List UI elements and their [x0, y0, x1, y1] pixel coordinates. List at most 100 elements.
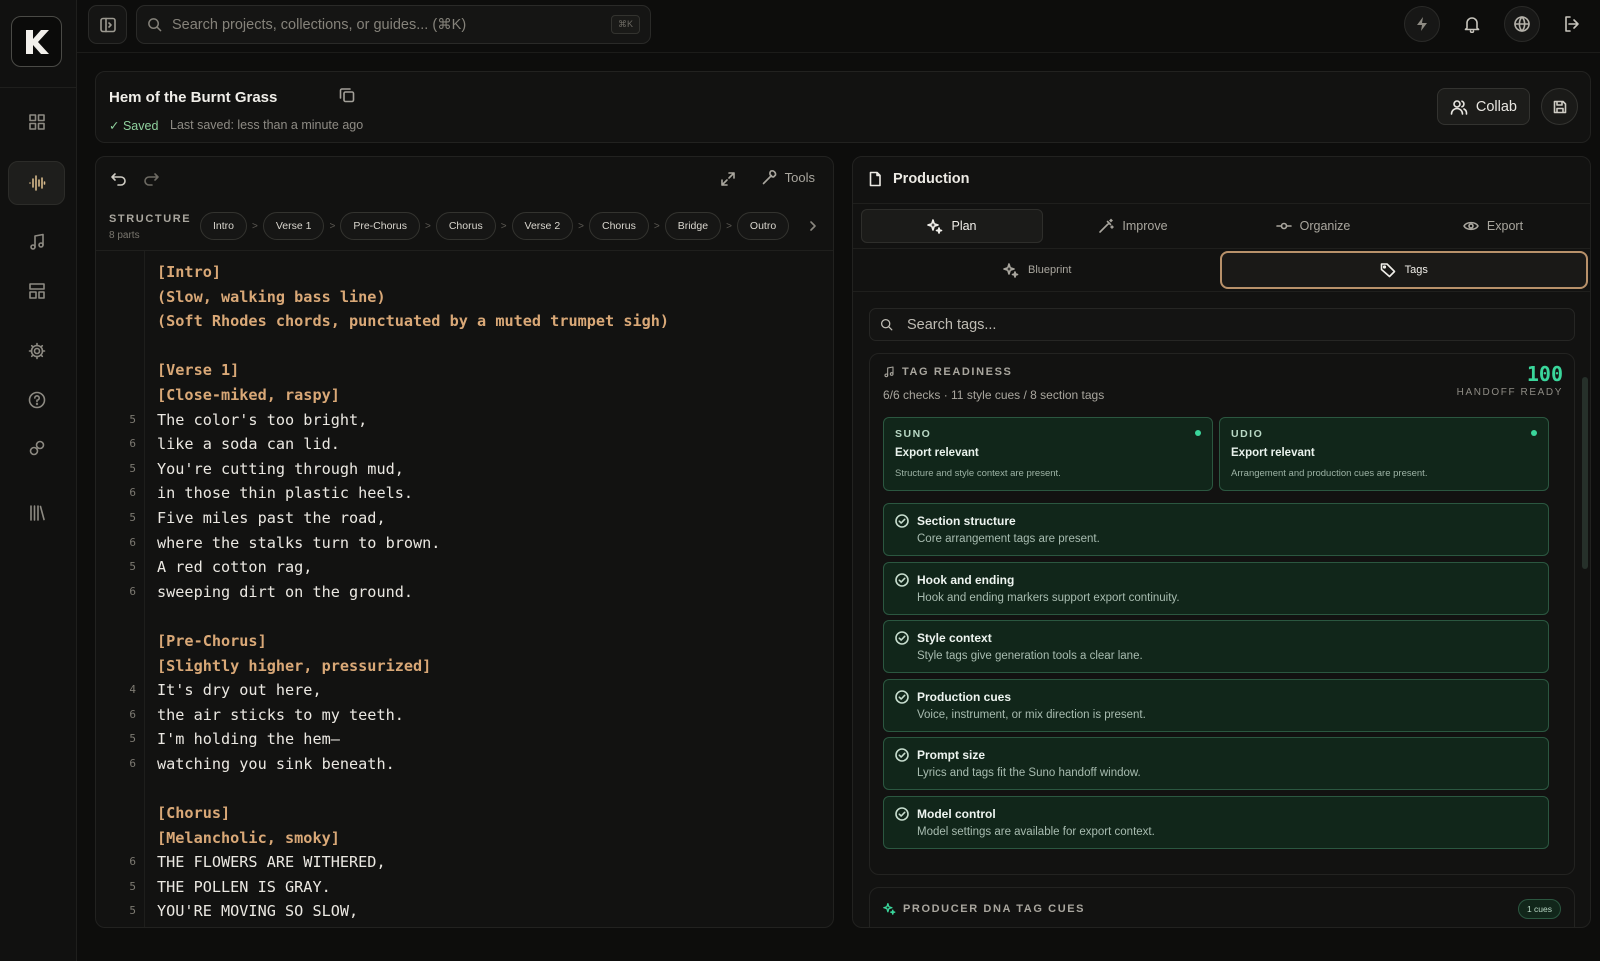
save-button[interactable] [1541, 88, 1578, 125]
tab-plan[interactable]: Plan [861, 209, 1043, 243]
lyric-tag-line[interactable]: [Verse 1] [96, 358, 833, 383]
lyric-tag-line[interactable]: [Slightly higher, pressurized] [96, 654, 833, 679]
readiness-check-item: Prompt size Lyrics and tags fit the Suno … [883, 737, 1549, 790]
scroll-sections-right-button[interactable] [807, 220, 819, 232]
check-title: Style context [917, 631, 992, 645]
line-text: [Pre-Chorus] [157, 631, 267, 650]
tag-search-input[interactable]: Search tags... [869, 308, 1575, 341]
redo-button[interactable] [142, 170, 160, 188]
lyric-line[interactable]: 5 THE POLLEN IS GRAY. [96, 875, 833, 900]
app-logo[interactable] [11, 16, 62, 67]
lyric-line[interactable]: 5 A red cotton rag, [96, 555, 833, 580]
lyric-tag-line[interactable]: (Slow, walking bass line) [96, 285, 833, 310]
section-chip[interactable]: Verse 1 [262, 212, 325, 240]
lyric-line[interactable]: 4 It's dry out here, [96, 678, 833, 703]
lyric-line[interactable]: 6 like a soda can lid. [96, 432, 833, 457]
subtab-tags[interactable]: Tags [1219, 251, 1588, 289]
syllable-count: 6 [129, 756, 136, 770]
sidebar-panel-icon [99, 17, 116, 32]
notifications-button[interactable] [1454, 6, 1490, 42]
copy-title-button[interactable] [338, 86, 356, 104]
rail-library-button[interactable] [8, 491, 65, 535]
lyric-line[interactable]: 5 Five miles past the road, [96, 506, 833, 531]
rail-settings-button[interactable] [8, 329, 65, 373]
syllable-count: 6 [129, 584, 136, 598]
section-chip[interactable]: Verse 2 [511, 212, 574, 240]
logout-icon [1565, 16, 1579, 32]
chip-separator: > [653, 220, 660, 232]
syllable-count: 6 [129, 437, 136, 451]
producer-dna-card[interactable]: PRODUCER DNA TAG CUES 1 cues [869, 887, 1575, 927]
lyric-line[interactable]: 6 in those thin plastic heels. [96, 481, 833, 506]
lyric-line[interactable]: 6 where the stalks turn to brown. [96, 531, 833, 556]
lyrics-editor-panel: Tools STRUCTURE 8 parts Intro > Verse 1 > Pr… [95, 156, 834, 928]
syllable-count: 4 [129, 683, 136, 697]
check-description: Voice, instrument, or mix direction is p… [917, 708, 1146, 721]
rail-dashboard-button[interactable] [8, 100, 65, 144]
rail-music-button[interactable] [8, 220, 65, 264]
eye-icon [1463, 221, 1479, 231]
lyric-tag-line[interactable]: [Close-miked, raspy] [96, 383, 833, 408]
structure-label: STRUCTURE [109, 213, 192, 225]
rail-integrations-button[interactable] [8, 426, 65, 470]
logout-button[interactable] [1554, 6, 1590, 42]
blank-line[interactable] [96, 334, 833, 359]
lyric-line[interactable]: 6 sweeping dirt on the ground. [96, 580, 833, 605]
section-chip[interactable]: Outro [736, 212, 790, 240]
lyric-line[interactable]: 6 THE FLOWERS ARE WITHERED, [96, 850, 833, 875]
quick-action-button[interactable] [1404, 6, 1440, 42]
lyric-tag-line[interactable]: [Chorus] [96, 801, 833, 826]
tab-improve[interactable]: Improve [1043, 209, 1223, 243]
tab-improve-label: Improve [1122, 219, 1168, 233]
blank-line[interactable] [96, 776, 833, 801]
tab-plan-label: Plan [951, 219, 977, 233]
global-search-input[interactable]: Search projects, collections, or guides.… [136, 5, 651, 44]
section-chip[interactable]: Bridge [664, 212, 722, 240]
line-text: watching you sink beneath. [157, 754, 395, 773]
section-chip[interactable]: Chorus [435, 212, 496, 240]
lyric-line[interactable]: 5 I'm holding the hem— [96, 727, 833, 752]
panel-scrollbar[interactable] [1582, 377, 1588, 569]
section-chip[interactable]: Chorus [589, 212, 649, 240]
line-text: the air sticks to my teeth. [157, 705, 404, 724]
lyric-line[interactable]: 5 You're cutting through mud, [96, 457, 833, 482]
library-icon [29, 505, 45, 521]
lyric-tag-line[interactable]: [Melancholic, smoky] [96, 826, 833, 851]
expand-editor-button[interactable] [719, 170, 737, 188]
check-circle-icon [895, 514, 909, 528]
section-chip[interactable]: Pre-Chorus [340, 212, 420, 240]
document-title[interactable]: Hem of the Burnt Grass [109, 89, 277, 106]
lyric-line[interactable]: 5 The color's too bright, [96, 408, 833, 433]
lyrics-text-area[interactable]: [Intro] (Slow, walking bass line) (Soft Rh… [96, 260, 833, 924]
lyric-line[interactable]: 6 watching you sink beneath. [96, 752, 833, 777]
line-text: [Intro] [157, 263, 222, 281]
line-text: Five miles past the road, [157, 508, 386, 527]
check-description: Lyrics and tags fit the Suno handoff win… [917, 767, 1141, 779]
rail-help-button[interactable] [8, 378, 65, 422]
rail-layout-button[interactable] [8, 269, 65, 313]
section-chip[interactable]: Intro [200, 212, 248, 240]
sidebar-toggle-button[interactable] [88, 5, 127, 44]
platform-name: UDIO [1231, 428, 1264, 440]
blank-line[interactable] [96, 604, 833, 629]
tools-button[interactable]: Tools [761, 169, 815, 185]
tab-export[interactable]: Export [1403, 209, 1583, 243]
line-text: (Soft Rhodes chords, punctuated by a mut… [157, 312, 670, 331]
syllable-count: 6 [129, 855, 136, 869]
undo-button[interactable] [110, 170, 128, 188]
lyric-line[interactable]: 6 the air sticks to my teeth. [96, 703, 833, 728]
tab-organize[interactable]: Organize [1223, 209, 1403, 243]
lyric-tag-line[interactable]: [Pre-Chorus] [96, 629, 833, 654]
lyric-tag-line[interactable]: (Soft Rhodes chords, punctuated by a mut… [96, 309, 833, 334]
lyric-tag-line[interactable]: [Intro] [96, 260, 833, 285]
subtab-blueprint[interactable]: Blueprint [855, 251, 1220, 289]
readiness-check-item: Model control Model settings are availabl… [883, 795, 1549, 849]
tag-readiness-card: TAG READINESS 6/6 checks · 11 style cues… [869, 353, 1575, 875]
platform-description: Structure and style context are present. [895, 468, 1061, 479]
language-button[interactable] [1504, 6, 1540, 42]
rail-studio-button[interactable] [8, 161, 65, 205]
collab-button[interactable]: Collab [1436, 88, 1530, 125]
lyric-line[interactable]: 5 YOU'RE MOVING SO SLOW, [96, 899, 833, 924]
cues-count-badge: 1 cues [1517, 899, 1561, 919]
help-circle-icon [28, 391, 45, 409]
